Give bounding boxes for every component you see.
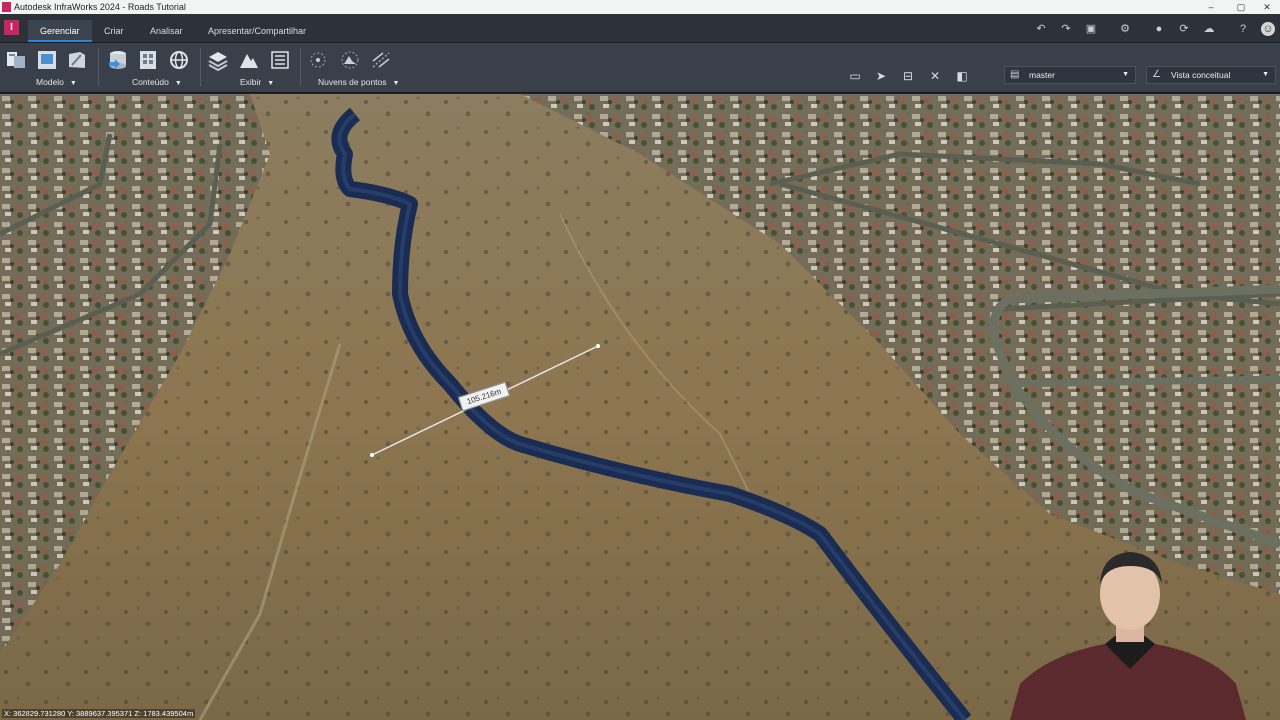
styles-palette-icon[interactable] [137,49,159,71]
clip-box-icon[interactable]: ◧ [953,67,971,85]
sync-icon[interactable]: ⟳ [1177,22,1191,36]
infraworks-logo[interactable]: I [4,20,19,35]
layers-icon[interactable] [207,49,229,72]
ribbon-separator [300,48,301,86]
presentation-icon[interactable]: ▭ [846,67,864,85]
measure-icon[interactable]: ⊟ [899,67,917,85]
group-label: Modelo [36,77,64,87]
undo-icon[interactable]: ↶ [1034,22,1048,36]
help-icon[interactable]: ? [1236,22,1250,36]
tools-icon[interactable]: ✕ [926,67,944,85]
chevron-down-icon: ▼ [1262,71,1269,78]
visual-style-value: Vista conceitual [1171,70,1231,80]
point-cloud-terrain-icon[interactable] [339,49,361,71]
minimize-button[interactable]: – [1196,0,1226,14]
model-icon[interactable]: ▣ [1084,22,1098,36]
autodesk-account-icon[interactable]: ● [1152,22,1166,36]
app-icon [2,2,11,12]
proposal-icon: ▤ [1010,69,1020,80]
visual-style-icon: ∠ [1152,69,1161,80]
tab-criar[interactable]: Criar [92,20,136,42]
measure-end-point[interactable] [596,344,600,348]
window-titlebar: Autodesk InfraWorks 2024 - Roads Tutoria… [0,0,1280,14]
group-label: Nuvens de pontos [318,77,387,87]
visual-style-dropdown[interactable]: ∠ Vista conceitual ▼ [1146,66,1276,84]
group-label: Conteúdo [132,77,169,87]
coordinate-readout: X: 362829.731280 Y: 3889637.395371 Z: 17… [2,709,196,718]
chevron-down-icon: ▼ [174,80,182,87]
cloud-icon[interactable]: ☁ [1202,22,1216,36]
webcam-overlay [1010,544,1246,720]
ribbon-group-modelo[interactable]: Modelo ▼ [36,77,77,87]
ribbon-group-nuvens-de-pontos[interactable]: Nuvens de pontos ▼ [318,77,399,87]
user-avatar-icon[interactable]: ☺ [1261,22,1275,36]
proposal-value: master [1029,70,1055,80]
group-label: Exibir [240,77,262,87]
point-cloud-dots-icon[interactable] [307,49,329,71]
redo-icon[interactable]: ↷ [1059,22,1073,36]
tab-gerenciar[interactable]: Gerenciar [28,20,92,42]
model-explorer-icon[interactable] [5,49,27,71]
proposal-dropdown[interactable]: ▤ master ▼ [1004,66,1136,84]
ribbon-group-conteudo[interactable]: Conteúdo ▼ [132,77,182,87]
ribbon-separator [200,48,201,86]
model-properties-icon[interactable] [36,49,58,71]
chevron-down-icon: ▼ [267,80,275,87]
point-cloud-linear-icon[interactable] [370,49,392,71]
view-settings-icon[interactable] [269,49,291,71]
surface-layers-icon[interactable] [66,49,88,71]
window-title: Autodesk InfraWorks 2024 - Roads Tutoria… [14,2,186,12]
street-right-lower [1009,375,1280,388]
tab-apresentar-compartilhar[interactable]: Apresentar/Compartilhar [196,20,318,42]
select-pointer-icon[interactable]: ➤ [872,67,890,85]
data-sources-icon[interactable] [107,49,129,71]
close-button[interactable]: ✕ [1252,0,1280,14]
chevron-down-icon: ▼ [392,80,400,87]
measure-start-point[interactable] [370,453,374,457]
chevron-down-icon: ▼ [1122,71,1129,78]
terrain-visibility-icon[interactable] [238,49,260,71]
settings-gear-icon[interactable]: ⚙ [1118,22,1132,36]
tab-analisar[interactable]: Analisar [138,20,195,42]
chevron-down-icon: ▼ [69,80,77,87]
globe-content-icon[interactable] [168,49,190,71]
ribbon-group-exibir[interactable]: Exibir ▼ [240,77,274,87]
ribbon-separator [98,48,99,86]
